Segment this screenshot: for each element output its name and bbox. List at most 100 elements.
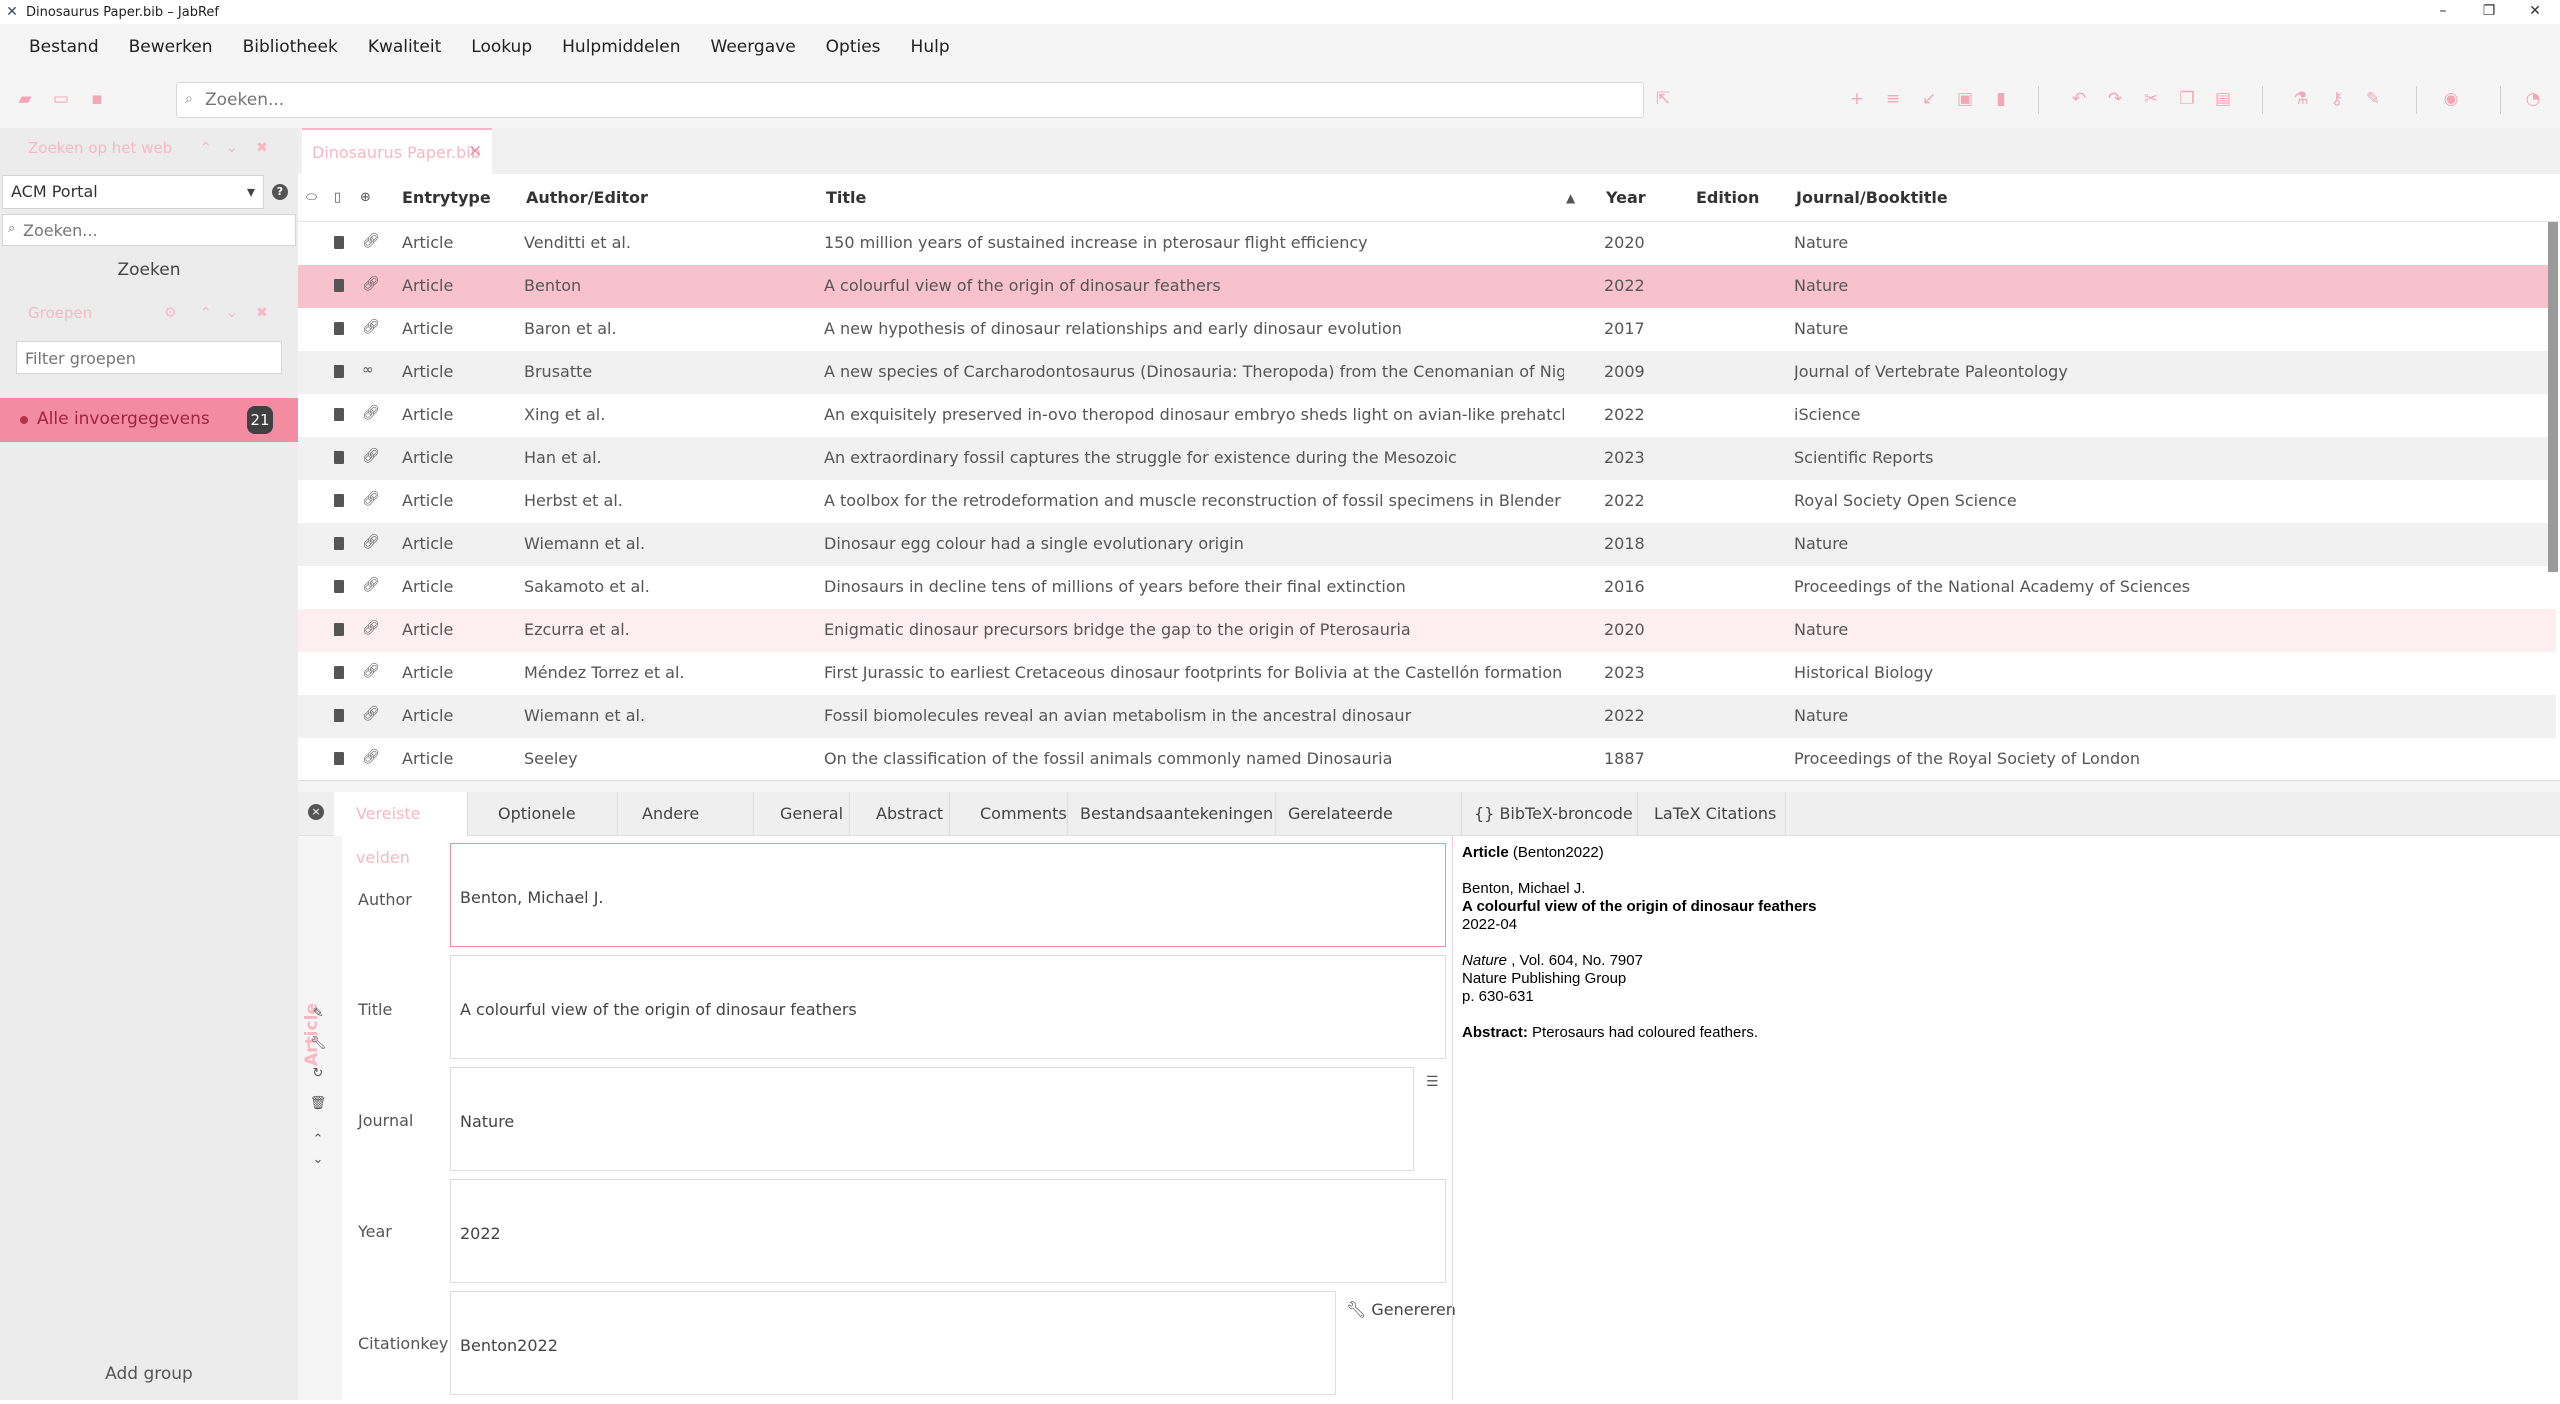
table-row[interactable]: 🔗︎ Article Herbst et al. A toolbox for t… [298, 480, 2556, 523]
table-scrollbar[interactable] [2548, 222, 2558, 572]
tab-abstract[interactable]: Abstract [850, 792, 950, 836]
edit-icon[interactable]: ✎ [308, 1006, 328, 1021]
file-pdf-icon[interactable] [334, 623, 344, 636]
file-pdf-icon[interactable] [334, 236, 344, 249]
delete-entry-icon[interactable]: ▮ [1990, 88, 2012, 110]
add-entry-icon[interactable]: + [1846, 88, 1868, 110]
tab-other-fields[interactable]: Andere velden [618, 792, 754, 867]
new-entry-from-text-icon[interactable]: ▣ [1954, 88, 1976, 110]
link-icon[interactable]: 🔗︎ [362, 706, 380, 722]
tab-optional-fields[interactable]: Optionele velden [468, 792, 618, 867]
menu-hulp[interactable]: Hulp [896, 37, 965, 57]
trash-icon[interactable]: 🗑︎ [308, 1096, 328, 1111]
open-library-icon[interactable]: ▭ [50, 88, 72, 110]
menu-weergave[interactable]: Weergave [696, 37, 811, 57]
close-window-icon[interactable]: ✕ [2512, 0, 2558, 24]
group-all-entries[interactable]: Alle invoergegevens 21 [0, 398, 298, 442]
close-panel-icon[interactable]: ✖ [256, 305, 268, 321]
column-year[interactable]: Year [1606, 188, 1646, 207]
github-icon[interactable]: ◔ [2522, 88, 2544, 110]
table-row[interactable]: 🔗︎ Article Seeley On the classification … [298, 738, 2556, 780]
file-pdf-icon[interactable] [334, 322, 344, 335]
menu-kwaliteit[interactable]: Kwaliteit [353, 37, 456, 57]
table-row[interactable]: 🔗︎ Article Xing et al. An exquisitely pr… [298, 394, 2556, 437]
help-icon[interactable]: ? [272, 184, 288, 200]
add-entry-from-id-icon[interactable]: ≡ [1882, 88, 1904, 110]
column-title[interactable]: Title [826, 188, 866, 207]
library-tab[interactable]: Dinosaurus Paper.bib × [302, 128, 492, 174]
tab-bibtex-source[interactable]: {} BibTeX-broncode [1462, 792, 1638, 836]
close-editor-icon[interactable]: × [308, 804, 324, 820]
menu-hulpmiddelen[interactable]: Hulpmiddelen [547, 37, 695, 57]
file-pdf-icon[interactable] [334, 494, 344, 507]
tab-latex-citations[interactable]: LaTeX Citations [1638, 792, 1786, 836]
author-field[interactable]: Benton, Michael J. [450, 843, 1446, 947]
check-integrity-icon[interactable]: ◉ [2440, 88, 2462, 110]
collapse-up-icon[interactable]: ⌃ [200, 305, 212, 321]
new-library-icon[interactable]: ▰ [14, 88, 36, 110]
year-field[interactable]: 2022 [450, 1179, 1446, 1283]
link-icon[interactable]: 🔗︎ [362, 448, 380, 464]
column-entrytype[interactable]: Entrytype [402, 188, 491, 207]
column-journal[interactable]: Journal/Booktitle [1796, 188, 1948, 207]
link-icon[interactable]: 🔗︎ [362, 577, 380, 593]
table-row-hover[interactable]: 🔗︎ Article Ezcurra et al. Enigmatic dino… [298, 609, 2556, 652]
fetcher-select[interactable]: ACM Portal ▾ [2, 175, 264, 209]
link-icon[interactable]: 🔗︎ [362, 534, 380, 550]
title-field[interactable]: A colourful view of the origin of dinosa… [450, 955, 1446, 1059]
filter-groups-field[interactable] [16, 341, 282, 374]
import-entry-icon[interactable]: ↙ [1918, 88, 1940, 110]
link-icon[interactable]: 🔗︎ [362, 276, 380, 292]
redo-icon[interactable]: ↷ [2104, 88, 2126, 110]
menu-bibliotheek[interactable]: Bibliotheek [228, 37, 353, 57]
wrench-icon[interactable]: 🔧︎ [308, 1036, 328, 1051]
cleanup-entries-icon[interactable]: ✎ [2362, 88, 2384, 110]
file-pdf-icon[interactable] [334, 752, 344, 765]
copy-icon[interactable]: ❐ [2176, 88, 2198, 110]
tab-general[interactable]: General [754, 792, 850, 836]
file-pdf-icon[interactable] [334, 279, 344, 292]
global-search-field[interactable]: ⌕ [176, 82, 1644, 118]
table-row-selected[interactable]: 🔗︎ Article Benton A colourful view of th… [298, 265, 2556, 308]
file-pdf-icon[interactable] [334, 365, 344, 378]
link-icon[interactable]: 🔗︎ [362, 663, 380, 679]
collapse-down-icon[interactable]: ⌄ [226, 305, 238, 321]
link-icon[interactable]: 🔗︎ [362, 620, 380, 636]
file-pdf-icon[interactable] [334, 451, 344, 464]
link-icon[interactable]: 🔗︎ [362, 749, 380, 765]
split-divider[interactable] [298, 780, 2560, 792]
filter-groups-input[interactable] [25, 347, 273, 369]
collapse-up-icon[interactable]: ⌃ [200, 140, 212, 156]
web-search-field[interactable]: ⌕ [2, 214, 296, 246]
group-settings-icon[interactable]: ⚙ [164, 305, 177, 321]
undo-icon[interactable]: ↶ [2068, 88, 2090, 110]
file-pdf-icon[interactable] [334, 666, 344, 679]
link-icon[interactable]: 🔗︎ [362, 319, 380, 335]
link-icon[interactable]: 🔗︎ [362, 233, 380, 249]
search-input[interactable] [205, 87, 1625, 113]
web-search-button[interactable]: Zoeken [0, 256, 298, 284]
editor-preview-divider[interactable] [1452, 836, 1453, 1400]
chevron-down-icon[interactable]: ⌄ [308, 1152, 328, 1167]
paste-icon[interactable]: ▤ [2212, 88, 2234, 110]
column-author[interactable]: Author/Editor [526, 188, 648, 207]
link-icon[interactable]: ∞ [362, 362, 374, 378]
file-pdf-icon[interactable] [334, 580, 344, 593]
menu-bestand[interactable]: Bestand [14, 37, 114, 57]
refresh-icon[interactable]: ↻ [308, 1066, 328, 1081]
save-library-icon[interactable]: ▪ [86, 88, 108, 110]
collapse-down-icon[interactable]: ⌄ [226, 140, 238, 156]
tab-comments[interactable]: Comments [950, 792, 1068, 836]
restore-icon[interactable]: ❐ [2466, 0, 2512, 24]
chevron-up-icon[interactable]: ⌃ [308, 1132, 328, 1147]
generate-key-button[interactable]: 🔧︎ Genereren [1346, 1300, 1456, 1319]
table-row[interactable]: 🔗︎ Article Baron et al. A new hypothesis… [298, 308, 2556, 351]
add-group-button[interactable]: Add group [0, 1364, 298, 1384]
table-row[interactable]: 🔗︎ Article Wiemann et al. Dinosaur egg c… [298, 523, 2556, 566]
table-row[interactable]: 🔗︎ Article Méndez Torrez et al. First Ju… [298, 652, 2556, 695]
link-icon[interactable]: 🔗︎ [362, 491, 380, 507]
table-row[interactable]: 🔗︎ Article Sakamoto et al. Dinosaurs in … [298, 566, 2556, 609]
key-generate-icon[interactable]: ⚷ [2326, 88, 2348, 110]
close-tab-icon[interactable]: × [468, 141, 482, 161]
cut-icon[interactable]: ✂ [2140, 88, 2162, 110]
